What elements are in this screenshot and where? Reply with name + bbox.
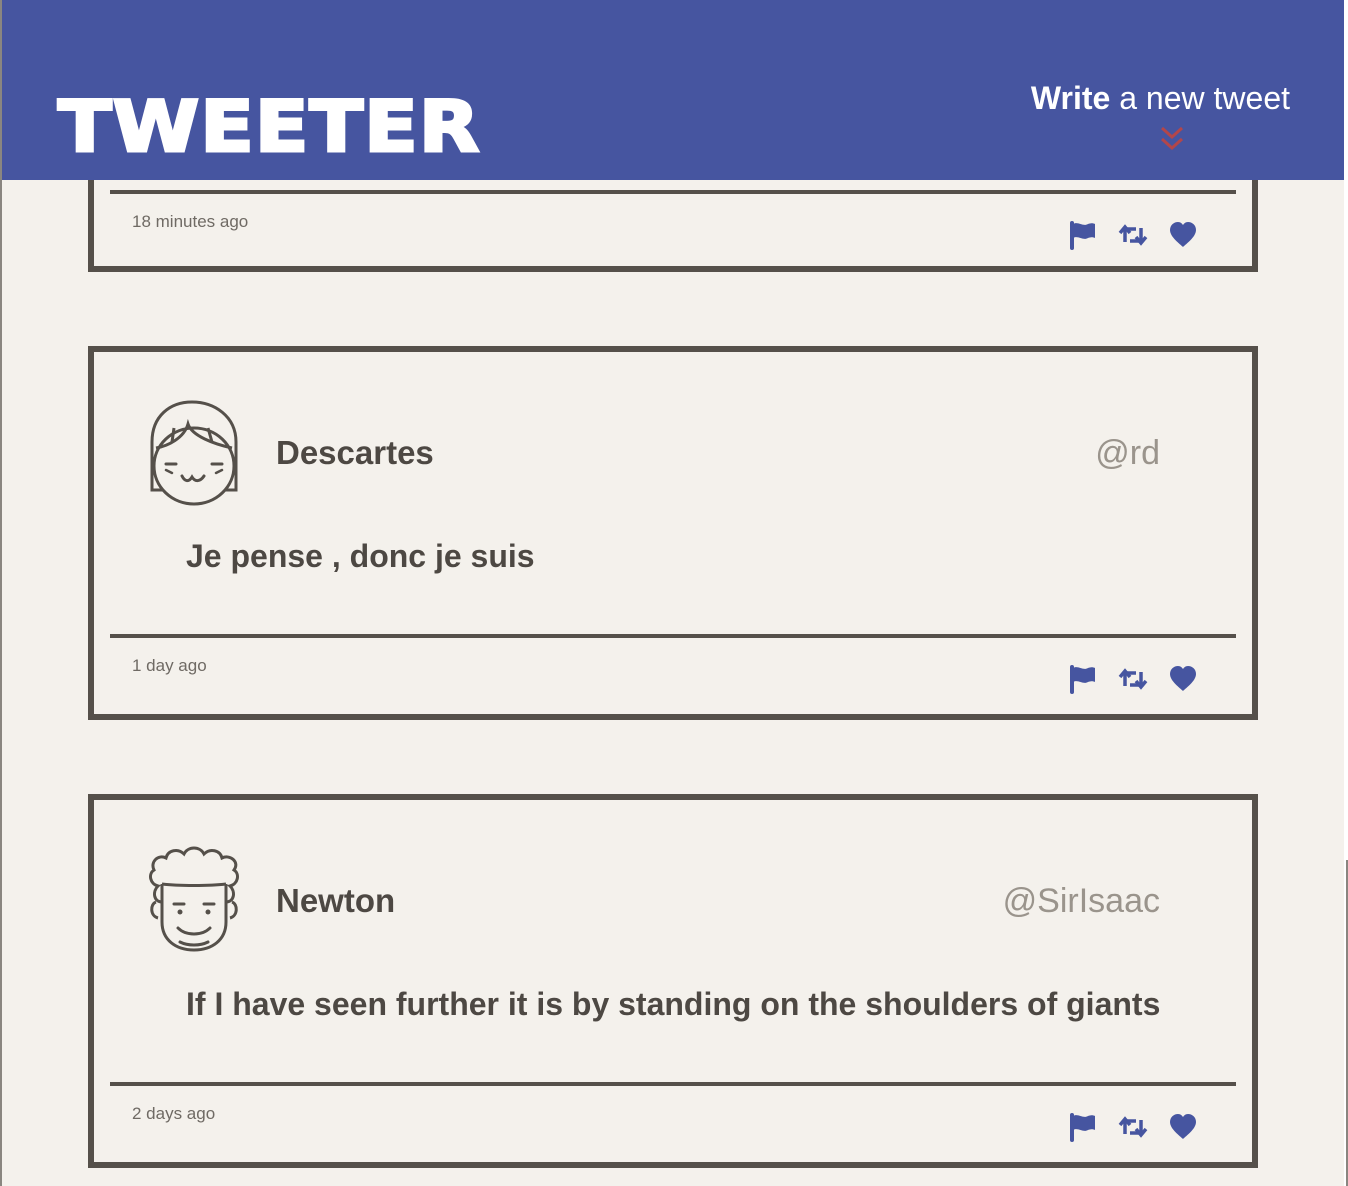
tweet-timestamp: 1 day ago (132, 656, 207, 675)
tweet-card: Newton @SirIsaac If I have seen further … (88, 794, 1258, 1168)
flag-icon[interactable] (1068, 220, 1098, 250)
retweet-icon[interactable] (1118, 1112, 1148, 1142)
flag-icon[interactable] (1068, 664, 1098, 694)
retweet-icon[interactable] (1118, 220, 1148, 250)
tweet-divider (110, 634, 1236, 638)
tweet-timestamp: 18 minutes ago (132, 212, 249, 231)
nav-bar: TWEETER Write a new tweet (2, 0, 1344, 180)
tweet-timestamp: 2 days ago (132, 1104, 216, 1123)
tweet-actions (1068, 1112, 1202, 1142)
author-handle[interactable]: @SirIsaac (1003, 882, 1160, 921)
tweet-divider (110, 190, 1236, 194)
compose-label-bold: Write (1030, 80, 1111, 116)
tweet-text: If I have seen further it is by standing… (186, 986, 1161, 1022)
heart-icon[interactable] (1168, 220, 1198, 250)
retweet-icon[interactable] (1118, 664, 1148, 694)
tweet-actions (1068, 220, 1202, 250)
author-name[interactable]: Newton (276, 882, 395, 920)
flag-icon[interactable] (1068, 1112, 1098, 1142)
write-new-tweet-button[interactable]: Write a new tweet (1031, 78, 1290, 118)
tweet-header: Descartes @rd (94, 352, 1252, 506)
tweet-text: Je pense , donc je suis (186, 538, 535, 574)
author-handle[interactable]: @rd (1095, 434, 1160, 473)
author-name[interactable]: Descartes (276, 434, 434, 472)
girl-avatar-icon (150, 400, 238, 506)
brand-logo: TWEETER (56, 85, 481, 170)
heart-icon[interactable] (1168, 664, 1198, 694)
double-chevron-down-icon[interactable] (1158, 124, 1186, 154)
compose-label-rest: a new tweet (1110, 80, 1290, 116)
page: TWEETER Write a new tweet 18 minutes ago (0, 0, 1348, 1186)
tweet-card: Descartes @rd Je pense , donc je suis 1 … (88, 346, 1258, 720)
heart-icon[interactable] (1168, 1112, 1198, 1142)
tweet-divider (110, 1082, 1236, 1086)
tweet-actions (1068, 664, 1202, 694)
curly-hair-avatar-icon (149, 846, 239, 952)
tweet-header: Newton @SirIsaac (94, 800, 1252, 952)
